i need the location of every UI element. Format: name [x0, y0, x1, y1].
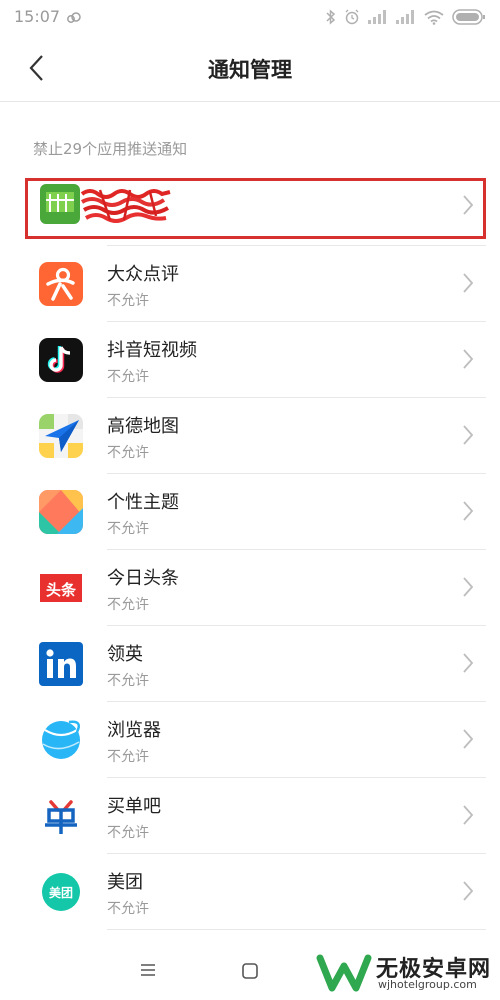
browser-icon — [39, 718, 83, 762]
app-status: 不允许 — [107, 673, 149, 689]
app-status: 不允许 — [107, 445, 149, 461]
signal-icon-2 — [396, 10, 416, 24]
list-item-maidanba[interactable]: 买单吧 不允许 — [0, 778, 500, 854]
app-name: 浏览器 — [107, 720, 161, 741]
app-status: 不允许 — [107, 901, 149, 917]
home-icon[interactable] — [241, 962, 259, 984]
status-time: 15:07 — [14, 7, 61, 26]
list-item-douyin[interactable]: 抖音短视频 不允许 — [0, 322, 500, 398]
douyin-icon — [39, 338, 83, 382]
list-item-themes[interactable]: 个性主题 不允许 — [0, 474, 500, 550]
amap-icon — [39, 414, 83, 458]
page-header: 通知管理 — [0, 34, 500, 102]
app-name: 高德地图 — [107, 416, 179, 437]
toutiao-icon: 头条 — [39, 566, 83, 610]
chevron-right-icon — [462, 804, 474, 830]
app-status: 不允许 — [107, 597, 149, 613]
app-name: 大众点评 — [107, 264, 179, 285]
chevron-right-icon — [462, 424, 474, 450]
chevron-right-icon — [462, 728, 474, 754]
cloud-icon — [66, 9, 82, 28]
list-item-browser[interactable]: 浏览器 不允许 — [0, 702, 500, 778]
chevron-right-icon — [462, 652, 474, 678]
app-name: 买单吧 — [107, 796, 161, 817]
app-status: 不允许 — [107, 369, 149, 385]
app-name: 抖音短视频 — [107, 340, 197, 361]
chevron-right-icon — [462, 880, 474, 906]
status-bar: 15:07 — [0, 0, 500, 34]
svg-text:美团: 美团 — [49, 885, 73, 900]
app-status: 不允许 — [107, 293, 149, 309]
list-item-amap[interactable]: 高德地图 不允许 — [0, 398, 500, 474]
app-name: 今日头条 — [107, 568, 179, 589]
page-title: 通知管理 — [208, 58, 292, 82]
chevron-right-icon — [462, 272, 474, 298]
chevron-right-icon — [462, 348, 474, 374]
themes-icon — [39, 490, 83, 534]
meituan-icon: 美团 — [39, 870, 83, 914]
list-item-linkedin[interactable]: 领英 不允许 — [0, 626, 500, 702]
app-status: 不允许 — [107, 521, 149, 537]
app-list: 大众点评 不允许 抖音短视频 不允许 高德地图 不允许 个性主题 不允许 头条 … — [0, 170, 500, 930]
section-label: 禁止29个应用推送通知 — [33, 140, 188, 158]
watermark-url: wjhotelgroup.com — [378, 978, 477, 991]
list-item-dianping[interactable]: 大众点评 不允许 — [0, 246, 500, 322]
divider — [107, 929, 486, 930]
app-name: 个性主题 — [107, 492, 179, 513]
linkedin-icon — [39, 642, 83, 686]
wifi-icon — [424, 10, 444, 25]
alarm-icon — [344, 9, 360, 25]
watermark-logo-icon — [316, 954, 372, 992]
svg-text:头条: 头条 — [46, 581, 77, 599]
dianping-icon — [39, 262, 83, 306]
app-name: 美团 — [107, 872, 143, 893]
bluetooth-icon — [326, 9, 336, 25]
menu-icon[interactable] — [139, 962, 157, 982]
battery-icon — [452, 9, 486, 25]
maidanba-icon — [39, 794, 83, 838]
chevron-right-icon — [462, 576, 474, 602]
signal-icon-1 — [368, 10, 388, 24]
app-name: 领英 — [107, 644, 143, 665]
highlight-annotation — [25, 178, 486, 239]
app-status: 不允许 — [107, 749, 149, 765]
list-item-meituan[interactable]: 美团 美团 不允许 — [0, 854, 500, 930]
list-item-toutiao[interactable]: 头条 今日头条 不允许 — [0, 550, 500, 626]
chevron-right-icon — [462, 500, 474, 526]
app-status: 不允许 — [107, 825, 149, 841]
